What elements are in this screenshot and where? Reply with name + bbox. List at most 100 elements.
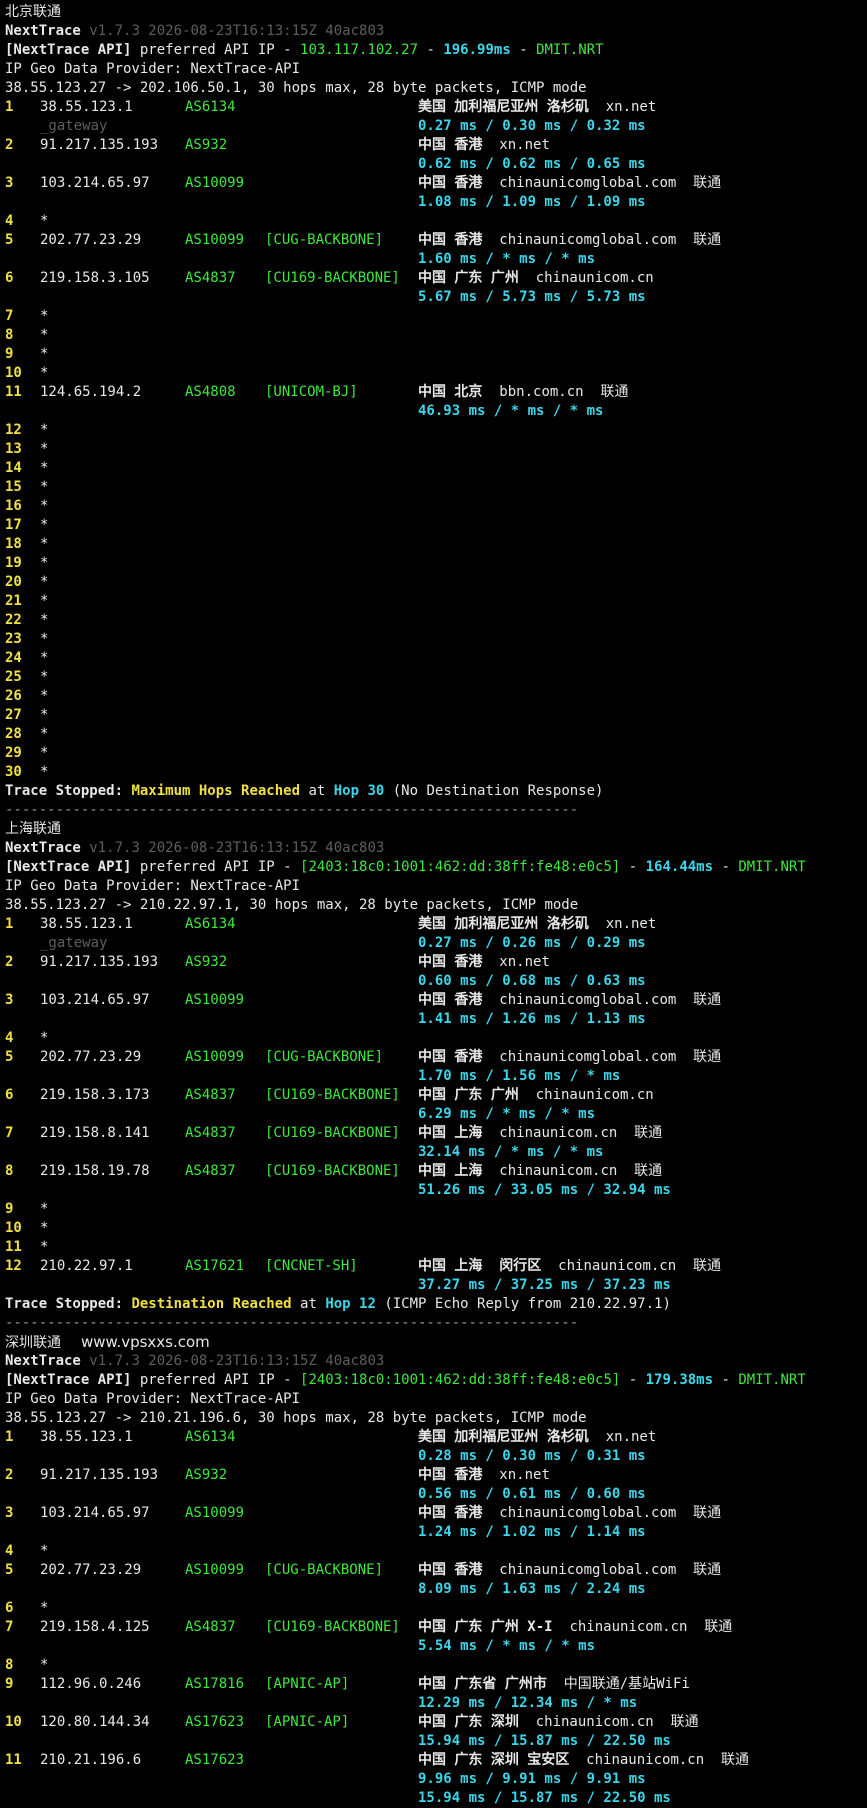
hop-geo-group: 中国 上海 chinaunicom.cn 联通	[418, 1162, 662, 1181]
hop-asn: AS10099	[185, 175, 245, 191]
hop-timeout: *	[40, 1600, 49, 1616]
hop-row: 1 38.55.123.1 AS6134 美国 加利福尼亚州 洛杉矶 xn.net	[5, 1428, 867, 1447]
hop-timeout: *	[40, 536, 49, 552]
hop-isp: 联通	[634, 1163, 663, 1179]
stop-prefix: Trace Stopped:	[5, 783, 132, 799]
hop-row: 29 *	[5, 744, 867, 763]
hop-tag: [CUG-BACKBONE]	[265, 1049, 384, 1065]
hop-asn: AS17621	[185, 1258, 245, 1274]
hop-latency-row: 9.96 ms / 9.91 ms / 9.91 ms	[5, 1770, 867, 1789]
hop-row: 15 *	[5, 478, 867, 497]
api-mid: preferred API IP -	[131, 1372, 301, 1388]
hop-timeout: *	[40, 1220, 49, 1236]
hop-geo-group: 中国 香港 chinaunicomglobal.com 联通	[418, 174, 721, 193]
hop-row: 6 219.158.3.173 AS4837 [CU169-BACKBONE] 中国 广…	[5, 1086, 867, 1105]
hop-number: 3	[5, 992, 14, 1008]
hop-isp: 联通	[704, 1619, 733, 1635]
hop-row: 26 *	[5, 687, 867, 706]
brand-name: NextTrace	[5, 23, 81, 39]
hop-geo-group: 中国 香港 chinaunicomglobal.com 联通	[418, 1561, 721, 1580]
api-line: [NextTrace API] preferred API IP - [2403…	[5, 1371, 867, 1390]
hop-latency: 0.60 ms / 0.68 ms / 0.63 ms	[418, 973, 646, 989]
hop-row: 8 219.158.19.78 AS4837 [CU169-BACKBONE] 中国 上…	[5, 1162, 867, 1181]
hop-geo: 中国 上海	[418, 1125, 483, 1141]
stop-hop: Hop 30	[333, 783, 385, 799]
provider-text: IP Geo Data Provider: NextTrace-API	[5, 61, 301, 77]
hop-asn: AS6134	[185, 916, 236, 932]
version-line: NextTrace v1.7.3 2026-08-23T16:13:15Z 40…	[5, 22, 867, 41]
hop-row: 6 219.158.3.105 AS4837 [CU169-BACKBONE] 中国 广…	[5, 269, 867, 288]
hop-timeout: *	[40, 631, 49, 647]
hop-geo: 中国 香港	[418, 1562, 483, 1578]
hop-tag: [CUG-BACKBONE]	[265, 1562, 384, 1578]
hop-latency-row: 0.56 ms / 0.61 ms / 0.60 ms	[5, 1485, 867, 1504]
hop-timeout: *	[40, 308, 49, 324]
hop-timeout: *	[40, 669, 49, 685]
api-dash-2: -	[713, 1372, 739, 1388]
hop-latency: 0.28 ms / 0.30 ms / 0.31 ms	[418, 1448, 646, 1464]
hop-geo: 中国 广东 广州	[418, 270, 519, 286]
hop-geo-group: 中国 广东 广州 chinaunicom.cn	[418, 1086, 654, 1105]
hop-ip: 219.158.3.105	[40, 270, 150, 286]
hop-latency-row: 32.14 ms / * ms / * ms	[5, 1143, 867, 1162]
hop-isp: 联通	[693, 1505, 722, 1521]
trace-stopped-line: Trace Stopped: Destination Reached at Ho…	[5, 1295, 867, 1314]
hop-latency-row: 0.60 ms / 0.68 ms / 0.63 ms	[5, 972, 867, 991]
hop-geo: 中国 香港	[418, 954, 483, 970]
hop-number: 10	[5, 365, 22, 381]
hop-asn: AS4837	[185, 1619, 236, 1635]
hop-row: 30 *	[5, 763, 867, 782]
hop-row: 11 *	[5, 1238, 867, 1257]
hop-tag: [APNIC-AP]	[265, 1714, 350, 1730]
hop-row: 7 219.158.4.125 AS4837 [CU169-BACKBONE] 中国 广…	[5, 1618, 867, 1637]
hop-ip: 219.158.4.125	[40, 1619, 150, 1635]
hop-tag: [CNCNET-SH]	[265, 1258, 358, 1274]
hop-geo-group: 中国 香港 chinaunicomglobal.com 联通	[418, 991, 721, 1010]
hop-org: chinaunicomglobal.com	[499, 1562, 677, 1578]
hop-asn: AS17816	[185, 1676, 245, 1692]
hop-isp: 联通	[634, 1125, 663, 1141]
hop-number: 19	[5, 555, 22, 571]
api-dash-2: -	[510, 42, 537, 58]
hop-row: 2 91.217.135.193 AS932 中国 香港 xn.net	[5, 953, 867, 972]
hop-org: chinaunicom.cn	[535, 1714, 654, 1730]
hop-timeout: *	[40, 498, 49, 514]
api-ip: 103.117.102.27	[300, 42, 419, 58]
hop-geo-group: 中国 香港 chinaunicomglobal.com 联通	[418, 1048, 721, 1067]
hop-row: 20 *	[5, 573, 867, 592]
hop-org: xn.net	[499, 137, 550, 153]
api-node: DMIT.NRT	[738, 1372, 806, 1388]
hop-ip: 103.214.65.97	[40, 992, 150, 1008]
hop-org: chinaunicom.cn	[558, 1258, 677, 1274]
hop-number: 1	[5, 99, 14, 115]
hop-org: bbn.com.cn	[499, 384, 584, 400]
hop-number: 7	[5, 1125, 14, 1141]
hop-row: 16 *	[5, 497, 867, 516]
api-ip: [2403:18c0:1001:462:dd:38ff:fe48:e0c5]	[300, 859, 621, 875]
api-line: [NextTrace API] preferred API IP - [2403…	[5, 858, 867, 877]
hop-number: 1	[5, 1429, 14, 1445]
hop-latency: 15.94 ms / 15.87 ms / 22.50 ms	[418, 1733, 671, 1749]
hop-latency: 51.26 ms / 33.05 ms / 32.94 ms	[418, 1182, 671, 1198]
hop-asn: AS4808	[185, 384, 236, 400]
hop-number: 4	[5, 1543, 14, 1559]
api-dash-2: -	[713, 859, 739, 875]
hop-latency: 9.96 ms / 9.91 ms / 9.91 ms	[418, 1771, 646, 1787]
api-mid: preferred API IP -	[131, 42, 301, 58]
hop-asn: AS10099	[185, 232, 245, 248]
hop-geo-group: 中国 香港 chinaunicomglobal.com 联通	[418, 231, 721, 250]
hop-geo-group: 中国 北京 bbn.com.cn 联通	[418, 383, 628, 402]
hop-latency: 37.27 ms / 37.25 ms / 37.23 ms	[418, 1277, 671, 1293]
version-line: NextTrace v1.7.3 2026-08-23T16:13:15Z 40…	[5, 1352, 867, 1371]
api-dash: -	[620, 1372, 646, 1388]
hop-latency-row: 1.41 ms / 1.26 ms / 1.13 ms	[5, 1010, 867, 1029]
hop-number: 8	[5, 327, 14, 343]
hop-geo: 中国 上海	[418, 1163, 483, 1179]
hop-isp: 联通	[693, 1049, 722, 1065]
hop-geo: 中国 香港	[418, 992, 483, 1008]
api-node: DMIT.NRT	[536, 42, 604, 58]
hop-tag: [APNIC-AP]	[265, 1676, 350, 1692]
hop-row: 2 91.217.135.193 AS932 中国 香港 xn.net	[5, 1466, 867, 1485]
section-title: 上海联通	[5, 820, 867, 839]
hop-latency: 5.54 ms / * ms / * ms	[418, 1638, 596, 1654]
